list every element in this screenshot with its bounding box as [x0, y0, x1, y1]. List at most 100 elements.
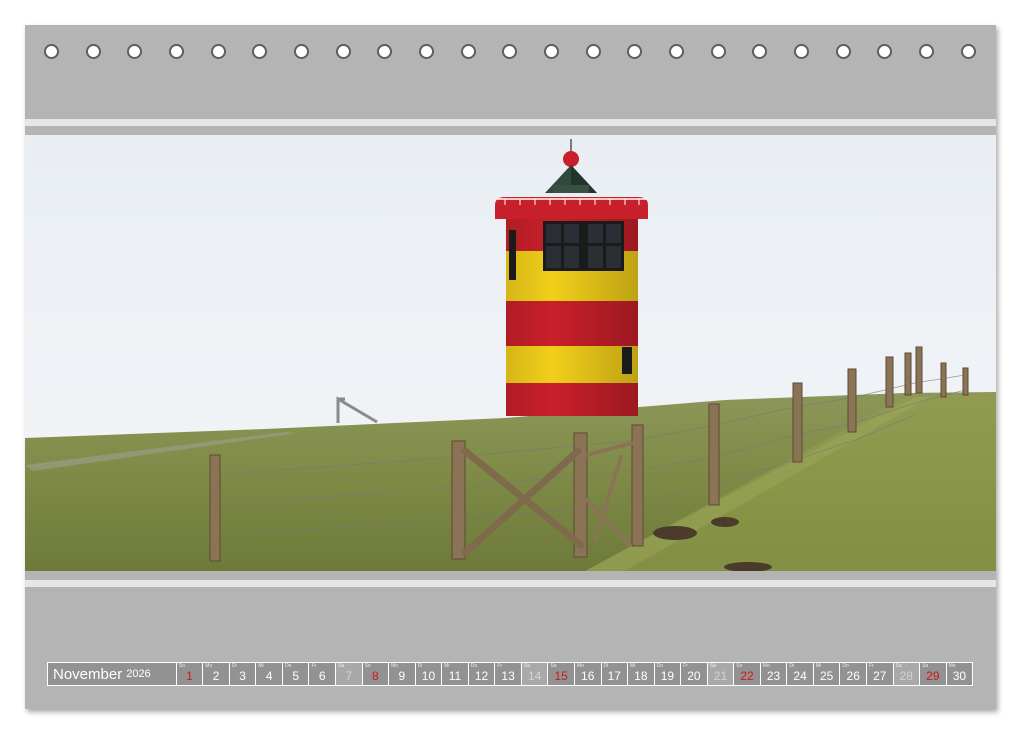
binding-hole — [336, 44, 351, 59]
binding-hole — [794, 44, 809, 59]
day-of-week: Sa — [338, 663, 345, 669]
day-of-week: Di — [231, 663, 237, 669]
day-cell: Do 12 — [468, 663, 495, 685]
day-cell: Mi 25 — [813, 663, 840, 685]
binding-hole — [44, 44, 59, 59]
day-number: 21 — [713, 669, 728, 683]
day-number: 1 — [186, 669, 193, 683]
day-cell: Sa 14 — [521, 663, 548, 685]
day-cell: Fr 13 — [495, 663, 521, 685]
day-cell: Mo 30 — [946, 663, 973, 685]
day-cell: So 29 — [920, 663, 946, 685]
day-number: 18 — [634, 669, 648, 683]
day-number: 3 — [239, 669, 246, 683]
day-number: 25 — [819, 669, 834, 683]
day-of-week: Fr — [311, 663, 317, 669]
binding-hole — [836, 44, 851, 59]
day-cell: Fr 27 — [866, 663, 893, 685]
day-number: 17 — [607, 669, 621, 683]
binding-hole — [877, 44, 892, 59]
day-number: 24 — [793, 669, 807, 683]
day-of-week: Do — [284, 663, 292, 669]
day-of-week: Mo — [205, 663, 213, 669]
day-number: 22 — [740, 669, 754, 683]
binding-hole — [419, 44, 434, 59]
day-cell: Do 19 — [654, 663, 681, 685]
binding-hole — [544, 44, 559, 59]
day-cell: Mo 2 — [203, 663, 229, 685]
day-number: 20 — [687, 669, 701, 683]
binding-hole — [919, 44, 934, 59]
day-number: 2 — [212, 669, 220, 683]
binding-hole — [461, 44, 476, 59]
day-cell: Mo 16 — [574, 663, 601, 685]
binding-hole — [586, 44, 601, 59]
day-number: 14 — [527, 669, 542, 683]
day-number: 7 — [345, 669, 353, 683]
binding-hole — [252, 44, 267, 59]
day-number: 28 — [899, 669, 913, 683]
binding-hole — [669, 44, 684, 59]
day-number: 16 — [581, 669, 595, 683]
day-number: 15 — [554, 669, 568, 683]
binding-hole — [627, 44, 642, 59]
day-cell: Mi 11 — [442, 663, 468, 685]
day-cell: Mi 18 — [628, 663, 654, 685]
day-cell: Sa 21 — [707, 663, 734, 685]
lighthouse-photo — [25, 135, 996, 571]
day-number: 30 — [952, 669, 967, 683]
day-cell: Do 26 — [840, 663, 866, 685]
day-cell: So 15 — [548, 663, 574, 685]
day-cell: Sa 28 — [893, 663, 920, 685]
month-label: November 2026 — [48, 663, 176, 685]
day-number: 19 — [660, 669, 675, 683]
day-of-week: So — [178, 663, 185, 669]
day-cell: Mo 23 — [760, 663, 787, 685]
day-number: 8 — [372, 669, 379, 683]
day-number: 29 — [926, 669, 940, 683]
day-cell: Do 5 — [282, 663, 309, 685]
day-number: 27 — [873, 669, 887, 683]
divider-line-bottom — [25, 580, 996, 587]
binding-hole — [169, 44, 184, 59]
binding-hole — [377, 44, 392, 59]
binding-hole — [752, 44, 767, 59]
month-name: November — [53, 665, 123, 683]
day-number: 9 — [398, 669, 406, 683]
binding-hole — [711, 44, 726, 59]
day-of-week: Mi — [258, 663, 264, 669]
day-number: 23 — [766, 669, 781, 683]
day-number: 13 — [501, 669, 515, 683]
binding-hole — [961, 44, 976, 59]
day-cell: Di 24 — [787, 663, 813, 685]
day-number: 12 — [474, 669, 489, 683]
year-label: 2026 — [126, 668, 151, 680]
binding-hole — [86, 44, 101, 59]
day-cell: Mo 9 — [389, 663, 415, 685]
day-cell: Sa 7 — [336, 663, 362, 685]
binding-hole — [502, 44, 517, 59]
day-of-week: Mo — [391, 663, 399, 669]
day-cell: So 8 — [362, 663, 389, 685]
binding-hole — [127, 44, 142, 59]
day-number: 26 — [846, 669, 860, 683]
binding-hole — [294, 44, 309, 59]
day-cell: Di 17 — [601, 663, 628, 685]
date-bar: November 2026 So 1 Mo 2 Di 3 Mi 4 Do 5 Fr 6 Sa 7 So 8 Mo… — [47, 662, 973, 686]
day-number: 5 — [292, 669, 300, 683]
day-number: 11 — [448, 669, 462, 683]
day-cell: Fr 6 — [309, 663, 336, 685]
day-of-week: So — [364, 663, 371, 669]
day-cell: Mi 4 — [256, 663, 282, 685]
day-cell: So 1 — [176, 663, 203, 685]
day-number: 4 — [265, 669, 273, 683]
day-number: 6 — [318, 669, 326, 683]
day-cell: Di 10 — [415, 663, 442, 685]
day-number: 10 — [421, 669, 436, 683]
binding-hole — [211, 44, 226, 59]
day-cell: Fr 20 — [681, 663, 707, 685]
day-cell: So 22 — [734, 663, 760, 685]
calendar-sheet: November 2026 So 1 Mo 2 Di 3 Mi 4 Do 5 Fr 6 Sa 7 So 8 Mo… — [25, 25, 996, 709]
day-cell: Di 3 — [229, 663, 256, 685]
divider-line-top — [25, 119, 996, 126]
